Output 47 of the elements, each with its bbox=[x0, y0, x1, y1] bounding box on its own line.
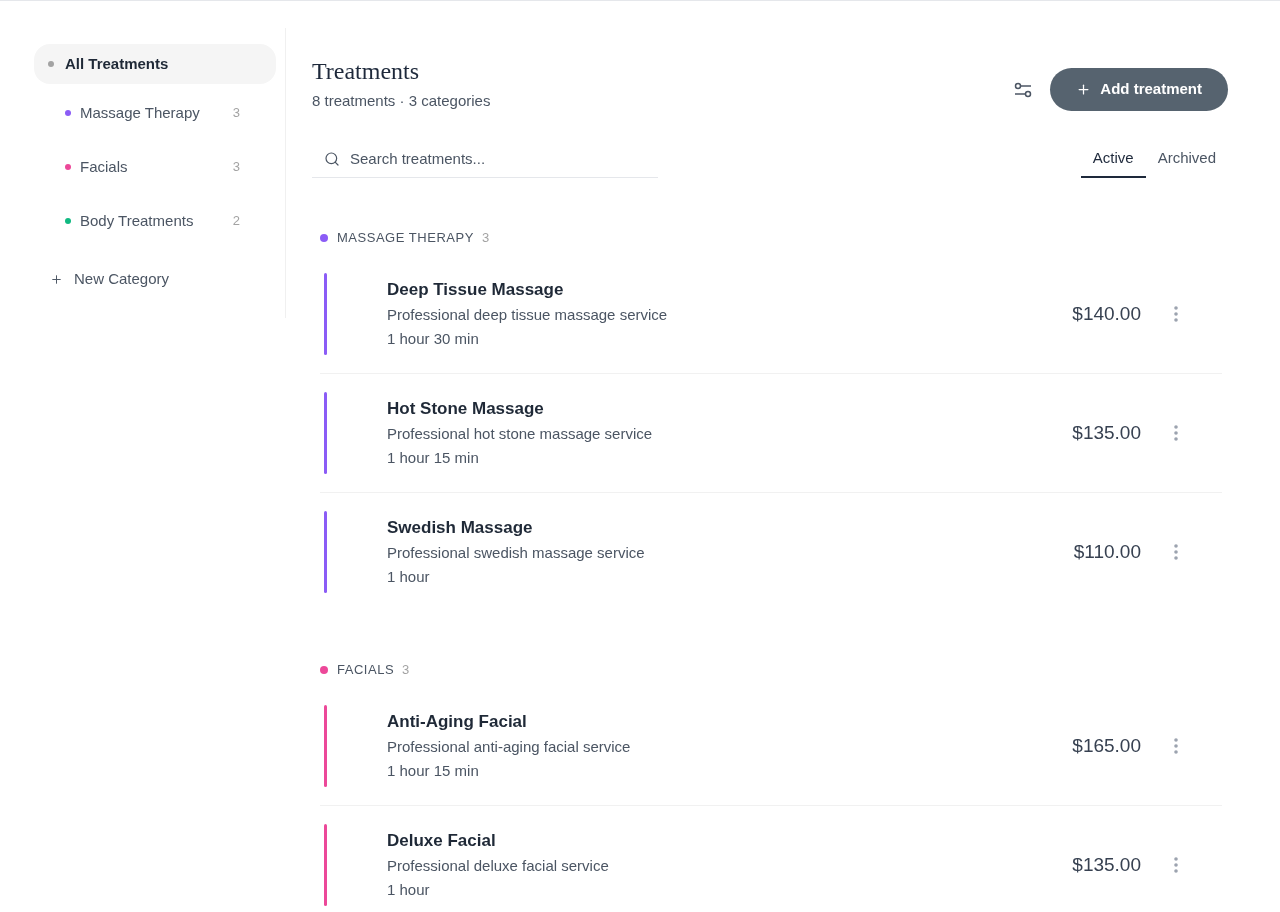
sidebar-item[interactable]: Massage Therapy 3 bbox=[34, 86, 276, 140]
more-vertical-icon bbox=[1174, 425, 1178, 441]
category-heading: FACIALS bbox=[337, 661, 395, 680]
treatment-price: $110.00 bbox=[1073, 539, 1141, 564]
treatment-duration: 1 hour bbox=[387, 879, 430, 900]
tab[interactable]: Archived bbox=[1145, 140, 1228, 178]
category-count: 3 bbox=[481, 229, 490, 248]
plus-icon bbox=[50, 272, 63, 286]
new-category-button[interactable]: New Category bbox=[34, 262, 170, 296]
item-count: 3 bbox=[232, 104, 240, 123]
item-count: 2 bbox=[232, 212, 240, 231]
item-count: 3 bbox=[232, 158, 240, 177]
treatment-duration: 1 hour 15 min bbox=[387, 760, 479, 781]
treatment-price: $135.00 bbox=[1072, 852, 1141, 877]
treatment-description: Professional deep tissue massage service bbox=[387, 304, 668, 325]
treatment-name: Deep Tissue Massage bbox=[387, 278, 564, 301]
treatment-description: Professional deluxe facial service bbox=[387, 855, 609, 876]
treatment-description: Professional anti-aging facial service bbox=[387, 736, 631, 757]
treatment-price: $140.00 bbox=[1072, 301, 1141, 326]
sliders-icon bbox=[1014, 81, 1033, 98]
treatment-description: Professional hot stone massage service bbox=[387, 423, 653, 444]
treatment-name: Hot Stone Massage bbox=[387, 397, 544, 420]
treatment-duration: 1 hour bbox=[387, 566, 430, 587]
add-treatment-button[interactable]: Add treatment bbox=[1050, 68, 1228, 111]
treatment-price: $135.00 bbox=[1072, 420, 1141, 445]
treatment-description: Professional swedish massage service bbox=[387, 542, 645, 563]
category-count: 3 bbox=[402, 661, 410, 680]
page-title: Treatments bbox=[312, 57, 420, 85]
sidebar-item[interactable]: Facials 3 bbox=[34, 140, 276, 194]
treatment-name: Anti-Aging Facial bbox=[387, 710, 527, 733]
category-heading: MASSAGE THERAPY bbox=[337, 229, 474, 248]
page-subtitle: 8 treatments · 3 categories bbox=[312, 91, 491, 111]
treatment-price: $165.00 bbox=[1072, 733, 1141, 758]
treatment-name: Deluxe Facial bbox=[387, 829, 496, 852]
treatment-duration: 1 hour 30 min bbox=[387, 328, 479, 349]
treatment-name: Swedish Massage bbox=[387, 516, 533, 539]
search-icon bbox=[324, 151, 340, 167]
sidebar-item[interactable]: All Treatments bbox=[34, 44, 276, 84]
search-field[interactable]: Search treatments... bbox=[312, 140, 658, 178]
more-vertical-icon bbox=[1174, 544, 1178, 560]
more-vertical-icon bbox=[1174, 738, 1178, 754]
plus-icon bbox=[1076, 82, 1092, 97]
sidebar-item[interactable]: Body Treatments 2 bbox=[34, 194, 276, 248]
more-vertical-icon bbox=[1174, 857, 1178, 873]
tab[interactable]: Active bbox=[1080, 140, 1146, 178]
more-vertical-icon bbox=[1174, 306, 1178, 322]
treatment-duration: 1 hour 15 min bbox=[387, 447, 479, 468]
